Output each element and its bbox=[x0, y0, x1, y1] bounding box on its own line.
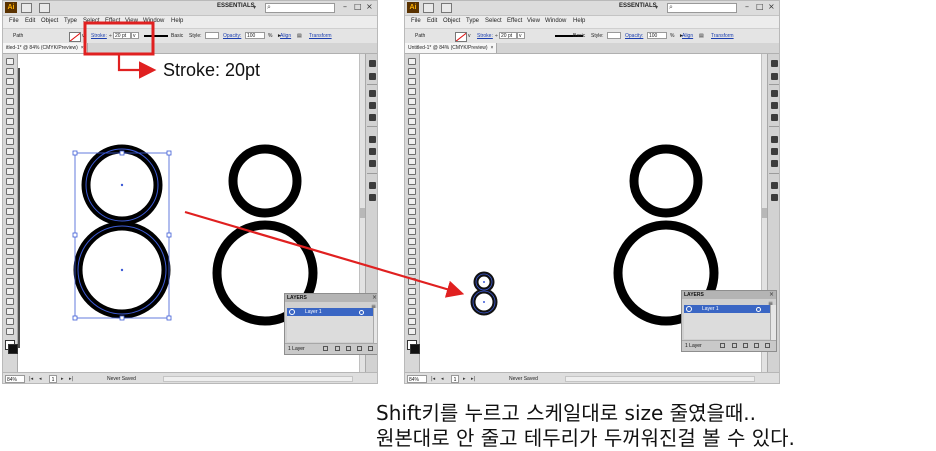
scale-direction-arrow bbox=[184, 210, 465, 298]
caption-line-2: 원본대로 안 줄고 테두리가 두꺼워진걸 볼 수 있다. bbox=[376, 426, 795, 450]
stroke-highlight-box bbox=[83, 21, 155, 56]
stroke-annotation-label: Stroke: 20pt bbox=[163, 60, 261, 80]
stroke-callout-arrow bbox=[117, 54, 157, 79]
annotation-overlay bbox=[83, 21, 465, 298]
